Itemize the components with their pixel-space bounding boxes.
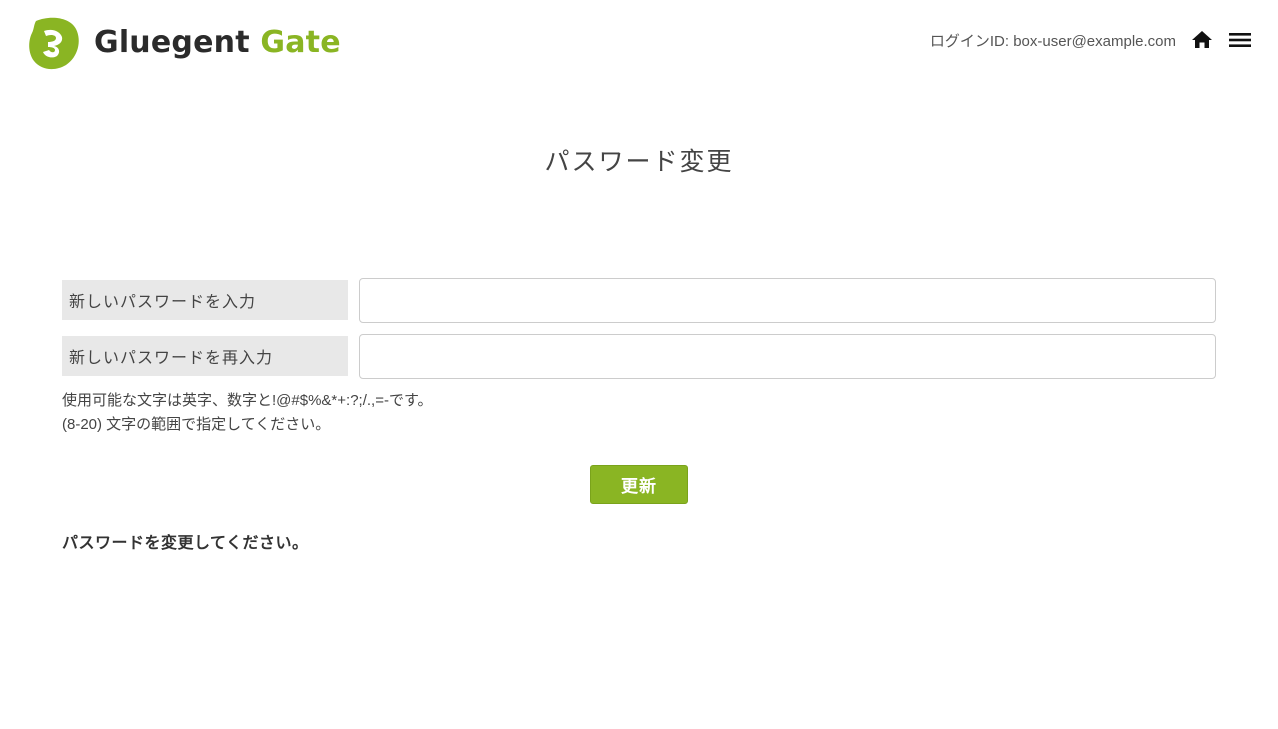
header: Gluegent Gate ログインID: box-user@example.c… xyxy=(0,0,1278,84)
gluegent-logo-icon xyxy=(29,17,79,70)
status-message: パスワードを変更してください。 xyxy=(62,533,309,552)
home-icon-glyph xyxy=(1192,31,1212,48)
password-change-page: Gluegent Gate ログインID: box-user@example.c… xyxy=(0,0,1278,729)
new-password-row: 新しいパスワードを入力 xyxy=(62,277,1216,323)
brand-name-part1: Gluegent xyxy=(94,25,250,60)
submit-button-wrap: 更新 xyxy=(0,465,1278,504)
menu-icon-glyph xyxy=(1229,33,1251,47)
password-rules-line2: (8-20) 文字の範囲で指定してください。 xyxy=(62,416,331,433)
header-right: ログインID: box-user@example.com xyxy=(930,28,1252,52)
page-title: パスワード変更 xyxy=(544,147,734,176)
password-form: 新しいパスワードを入力 新しいパスワードを再入力 使用可能な文字は英字、数字と!… xyxy=(62,277,1216,437)
confirm-password-row: 新しいパスワードを再入力 xyxy=(62,333,1216,379)
new-password-label: 新しいパスワードを入力 xyxy=(62,280,348,320)
brand-name-part2: Gate xyxy=(260,25,341,60)
password-rules-note: 使用可能な文字は英字、数字と!@#$%&*+:?;/.,=-です。 (8-20)… xyxy=(62,389,1216,437)
home-icon[interactable] xyxy=(1190,28,1214,52)
logo[interactable]: Gluegent Gate xyxy=(26,15,341,71)
password-rules-line1: 使用可能な文字は英字、数字と!@#$%&*+:?;/.,=-です。 xyxy=(62,392,433,409)
login-id-text: ログインID: box-user@example.com xyxy=(929,32,1176,50)
brand-name: Gluegent Gate xyxy=(94,28,341,58)
new-password-input[interactable] xyxy=(359,277,1216,323)
confirm-password-label: 新しいパスワードを再入力 xyxy=(62,336,348,376)
hamburger-menu-icon[interactable] xyxy=(1228,28,1252,52)
confirm-password-input[interactable] xyxy=(359,333,1216,379)
update-button[interactable]: 更新 xyxy=(590,465,688,504)
